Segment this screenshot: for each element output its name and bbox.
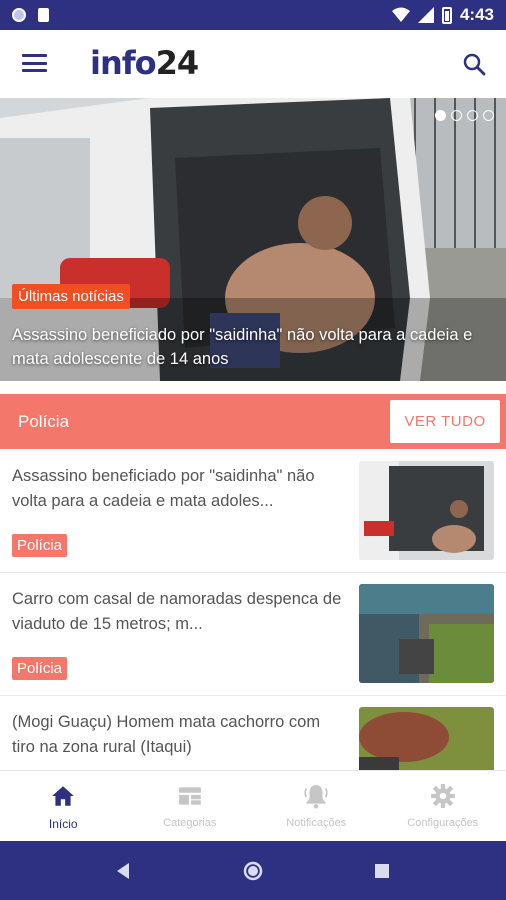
news-list: Assassino beneficiado por "saidinha" não… xyxy=(0,450,506,770)
category-tag: Polícia xyxy=(12,534,68,557)
slider-dot[interactable] xyxy=(451,110,462,121)
search-icon[interactable] xyxy=(462,52,486,76)
nav-label: Início xyxy=(48,817,78,831)
bottom-navigation: Início Categorias Notificações Configura… xyxy=(0,770,506,841)
app-logo: info24 xyxy=(90,44,200,82)
nav-label: Notificações xyxy=(286,817,347,829)
nav-label: Configurações xyxy=(407,817,479,829)
hero-slider[interactable]: Últimas notícias Assassino beneficiado p… xyxy=(0,98,506,381)
menu-icon[interactable] xyxy=(22,54,47,72)
news-title: Carro com casal de namoradas despenca de… xyxy=(12,590,342,633)
grid-icon xyxy=(178,787,201,805)
logo-text: info xyxy=(90,44,157,82)
logo-number: 24 xyxy=(155,44,200,82)
status-bar: 4:43 xyxy=(0,0,506,30)
home-icon xyxy=(52,786,75,806)
slider-indicator[interactable] xyxy=(435,110,494,121)
sd-card-icon xyxy=(38,8,49,22)
system-navigation xyxy=(0,841,506,900)
news-thumbnail xyxy=(359,707,494,770)
news-title: (Mogi Guaçu) Homem mata cachorro com tir… xyxy=(12,713,321,756)
notification-dot-icon xyxy=(12,8,26,22)
gear-icon xyxy=(430,784,455,808)
news-title: Assassino beneficiado por "saidinha" não… xyxy=(12,467,315,510)
slider-dot[interactable] xyxy=(483,110,494,121)
slider-dot[interactable] xyxy=(467,110,478,121)
signal-icon xyxy=(417,7,434,23)
nav-notifications[interactable]: Notificações xyxy=(253,771,380,841)
nav-home[interactable]: Início xyxy=(0,771,127,841)
see-all-button[interactable]: VER TUDO xyxy=(390,400,500,443)
nav-settings[interactable]: Configurações xyxy=(380,771,506,841)
list-item[interactable]: (Mogi Guaçu) Homem mata cachorro com tir… xyxy=(0,696,506,770)
bell-icon xyxy=(304,785,328,809)
app-bar: info24 xyxy=(0,30,506,98)
status-time: 4:43 xyxy=(459,5,494,24)
section-header: Polícia VER TUDO xyxy=(0,394,506,449)
hero-category-badge: Últimas notícias xyxy=(12,284,130,309)
recents-icon[interactable] xyxy=(371,860,393,882)
section-title: Polícia xyxy=(18,412,70,431)
battery-icon xyxy=(441,6,452,24)
slider-dot[interactable] xyxy=(435,110,446,121)
list-item[interactable]: Assassino beneficiado por "saidinha" não… xyxy=(0,450,506,573)
wifi-icon xyxy=(391,7,410,22)
nav-categories[interactable]: Categorias xyxy=(127,771,254,841)
category-tag: Polícia xyxy=(12,657,68,680)
nav-label: Categorias xyxy=(163,817,217,829)
home-button-icon[interactable] xyxy=(242,860,264,882)
news-thumbnail xyxy=(359,584,494,683)
hero-headline[interactable]: Assassino beneficiado por "saidinha" não… xyxy=(12,323,498,371)
back-icon[interactable] xyxy=(113,860,135,882)
list-item[interactable]: Carro com casal de namoradas despenca de… xyxy=(0,573,506,696)
news-thumbnail xyxy=(359,461,494,560)
